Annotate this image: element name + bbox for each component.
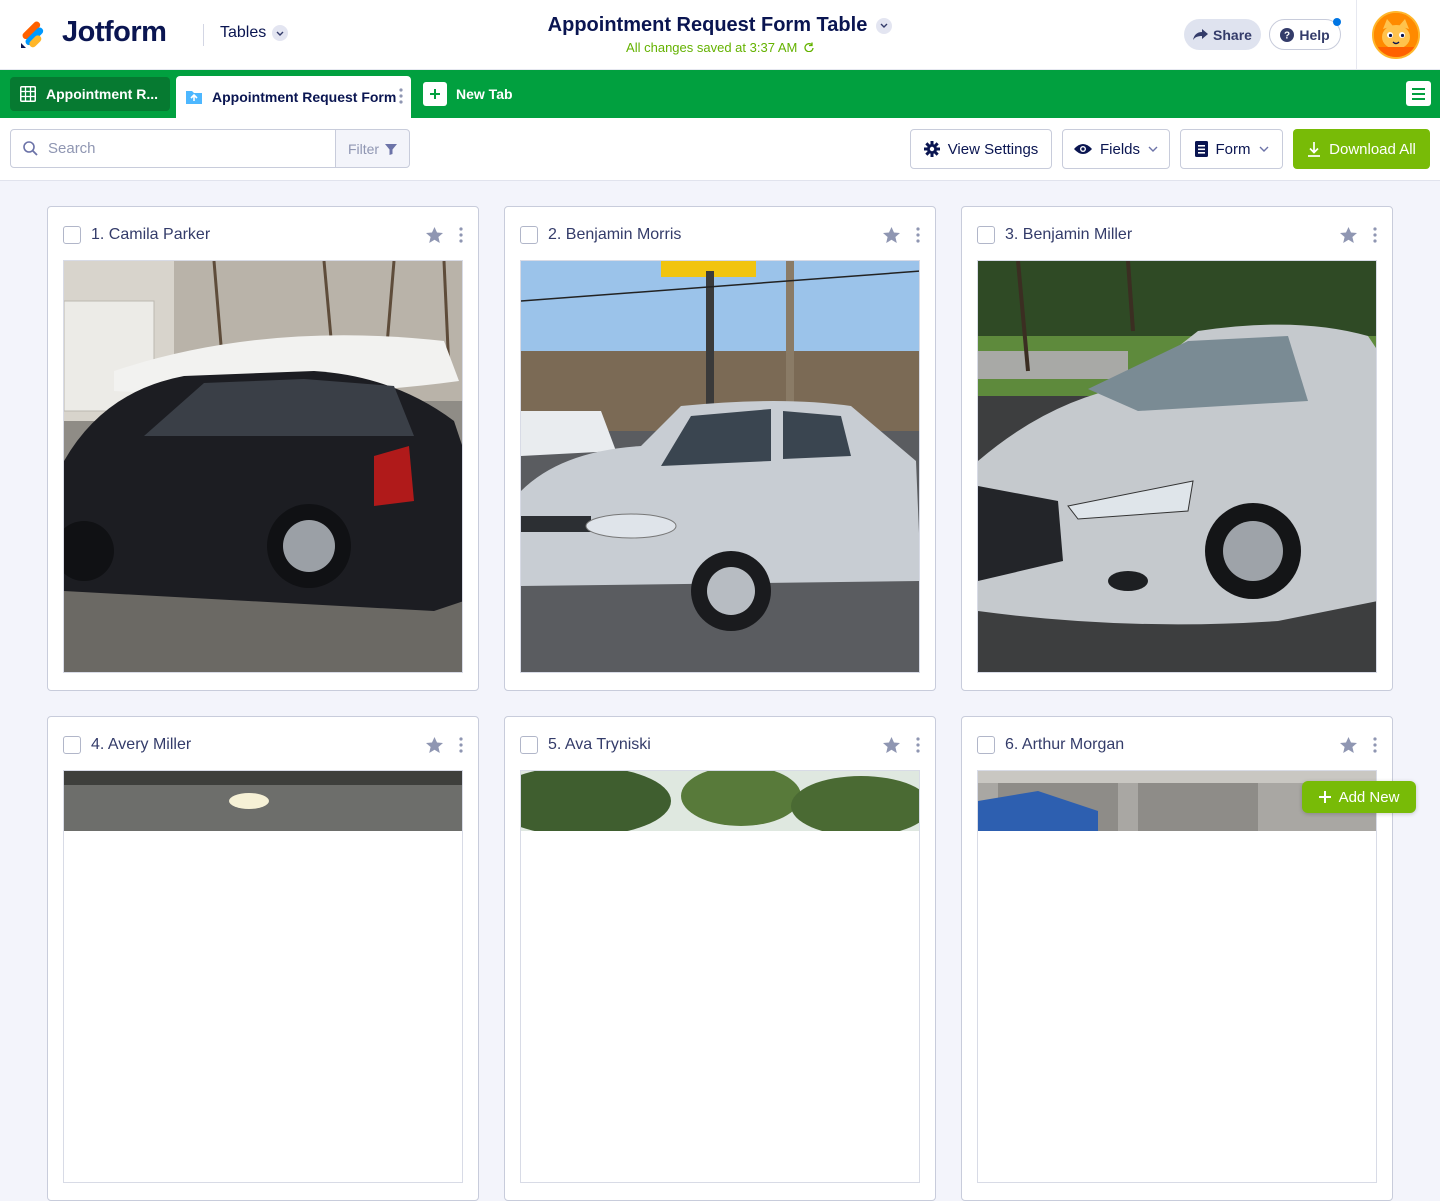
record-card[interactable]: 5. Ava Tryniski [504, 716, 936, 1201]
help-button[interactable]: ? Help [1269, 19, 1341, 50]
add-new-label: Add New [1338, 788, 1400, 806]
form-label: Form [1215, 140, 1251, 158]
record-card[interactable]: 2. Benjamin Morris [504, 206, 936, 691]
title-chevron-down-icon[interactable] [876, 17, 893, 34]
star-icon[interactable] [883, 227, 900, 243]
more-vertical-icon[interactable] [459, 737, 463, 753]
record-card[interactable]: 4. Avery Miller [47, 716, 479, 1201]
new-tab-button[interactable]: New Tab [423, 82, 513, 106]
funnel-icon [385, 143, 398, 155]
plus-icon [423, 82, 447, 106]
fields-label: Fields [1099, 140, 1140, 158]
star-icon[interactable] [426, 737, 443, 753]
tab-appointment-request-form[interactable]: Appointment Request Form [176, 76, 411, 118]
card-title: 6. Arthur Morgan [1005, 736, 1125, 753]
download-icon [1308, 141, 1321, 157]
download-all-button[interactable]: Download All [1293, 129, 1430, 169]
tab-appointment-table[interactable]: Appointment R... [10, 77, 170, 111]
fields-dropdown[interactable]: Fields [1062, 129, 1170, 169]
select-checkbox[interactable] [63, 736, 81, 754]
car-photo[interactable] [63, 260, 463, 673]
save-status-text: All changes saved at 3:37 AM [626, 40, 798, 55]
select-checkbox[interactable] [977, 226, 995, 244]
add-new-button[interactable]: Add New [1302, 781, 1416, 813]
search-icon [23, 141, 38, 156]
jotform-logo[interactable]: Jotform [18, 16, 167, 49]
select-checkbox[interactable] [520, 736, 538, 754]
chevron-down-icon [272, 25, 289, 41]
header-divider [203, 24, 204, 46]
star-icon[interactable] [883, 737, 900, 753]
card-title: 2. Benjamin Morris [548, 226, 682, 243]
filter-label: Filter [347, 140, 380, 157]
tables-label: Tables [220, 24, 267, 41]
car-photo[interactable] [977, 770, 1377, 1183]
avatar-cat-icon [1374, 13, 1418, 57]
notification-dot [1333, 18, 1341, 26]
card-title: 1. Camila Parker [91, 226, 211, 243]
help-icon: ? [1280, 27, 1295, 42]
view-settings-label: View Settings [947, 140, 1039, 158]
chevron-down-icon [1259, 146, 1268, 152]
tab-bar: Appointment R... Appointment Request For… [0, 70, 1440, 118]
tab-label: Appointment R... [46, 86, 158, 102]
eye-icon [1073, 144, 1092, 154]
toolbar: Filter View Settings Fields Form Downloa… [0, 118, 1440, 181]
car-photo[interactable] [520, 770, 920, 1183]
plus-icon [1318, 791, 1331, 803]
form-document-icon [1194, 141, 1208, 157]
filter-button[interactable]: Filter [335, 129, 410, 168]
share-label: Share [1213, 26, 1252, 43]
car-photo[interactable] [977, 260, 1377, 673]
share-arrow-icon [1193, 28, 1209, 40]
car-photo[interactable] [63, 770, 463, 1183]
select-checkbox[interactable] [520, 226, 538, 244]
user-avatar[interactable] [1372, 11, 1420, 59]
view-settings-button[interactable]: View Settings [910, 129, 1052, 169]
hamburger-menu-icon[interactable] [1406, 81, 1431, 106]
card-title: 3. Benjamin Miller [1005, 226, 1133, 243]
card-title: 5. Ava Tryniski [548, 736, 651, 753]
download-all-label: Download All [1329, 140, 1416, 158]
refresh-icon [804, 42, 814, 53]
help-label: Help [1299, 26, 1330, 43]
select-checkbox[interactable] [977, 736, 995, 754]
title-area: Appointment Request Form Table All chang… [500, 14, 940, 55]
svg-text:?: ? [1284, 30, 1290, 41]
record-card[interactable]: 1. Camila Parker [47, 206, 479, 691]
gear-icon [923, 141, 940, 157]
chevron-down-icon [1148, 146, 1158, 152]
more-vertical-icon[interactable] [1373, 227, 1377, 243]
jotform-logo-icon [21, 21, 44, 48]
select-checkbox[interactable] [63, 226, 81, 244]
more-vertical-icon[interactable] [916, 227, 920, 243]
tab-label: Appointment Request Form [212, 89, 397, 105]
brand-name: Jotform [62, 16, 167, 48]
form-dropdown[interactable]: Form [1180, 129, 1283, 169]
card-title: 4. Avery Miller [91, 736, 192, 753]
more-vertical-icon[interactable] [916, 737, 920, 753]
tables-dropdown[interactable]: Tables [220, 24, 289, 42]
header-divider-right [1356, 0, 1357, 70]
more-vertical-icon[interactable] [399, 88, 403, 104]
car-photo[interactable] [520, 260, 920, 673]
more-vertical-icon[interactable] [1373, 737, 1377, 753]
new-tab-label: New Tab [456, 86, 513, 102]
search-input[interactable] [48, 140, 308, 157]
top-header: Jotform Tables Appointment Request Form … [0, 0, 1440, 70]
form-tab-icon [186, 91, 202, 104]
save-status: All changes saved at 3:37 AM [500, 40, 940, 55]
record-card[interactable]: 3. Benjamin Miller [961, 206, 1393, 691]
grid-icon [20, 86, 36, 102]
star-icon[interactable] [1340, 737, 1357, 753]
star-icon[interactable] [1340, 227, 1357, 243]
page-title[interactable]: Appointment Request Form Table [548, 14, 868, 37]
more-vertical-icon[interactable] [459, 227, 463, 243]
star-icon[interactable] [426, 227, 443, 243]
share-button[interactable]: Share [1184, 19, 1261, 50]
search-box[interactable] [10, 129, 336, 168]
